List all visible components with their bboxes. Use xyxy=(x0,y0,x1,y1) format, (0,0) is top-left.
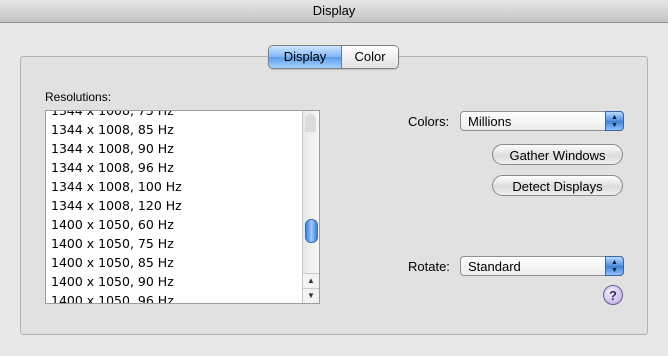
rotate-select[interactable]: Standard ▲ ▼ xyxy=(460,256,624,276)
list-item[interactable]: 1344 x 1008, 120 Hz xyxy=(46,196,301,215)
rotate-value: Standard xyxy=(468,259,521,274)
list-item[interactable]: 1344 x 1008, 85 Hz xyxy=(46,120,301,139)
resolutions-list[interactable]: 1344 x 1008, 75 Hz 1344 x 1008, 85 Hz 13… xyxy=(45,110,320,304)
help-button[interactable]: ? xyxy=(603,285,623,305)
gather-windows-button[interactable]: Gather Windows xyxy=(492,144,623,165)
list-item[interactable]: 1400 x 1050, 75 Hz xyxy=(46,234,301,253)
detect-displays-button[interactable]: Detect Displays xyxy=(492,175,623,196)
colors-label: Colors: xyxy=(408,114,450,129)
list-scrollbar[interactable]: ▲ ▼ xyxy=(302,111,319,303)
tab-bar: Display Color xyxy=(268,45,399,69)
scroll-up-button[interactable]: ▲ xyxy=(303,273,319,288)
resolutions-rows: 1344 x 1008, 75 Hz 1344 x 1008, 85 Hz 13… xyxy=(46,111,301,303)
list-item[interactable]: 1344 x 1008, 96 Hz xyxy=(46,158,301,177)
resolutions-label: Resolutions: xyxy=(45,90,112,104)
tab-color[interactable]: Color xyxy=(342,46,398,68)
popup-arrows-icon: ▲ ▼ xyxy=(605,111,624,131)
up-arrow-icon: ▲ xyxy=(307,276,315,285)
colors-value: Millions xyxy=(468,114,512,129)
list-item[interactable]: 1344 x 1008, 90 Hz xyxy=(46,139,301,158)
popup-arrows-icon: ▲ ▼ xyxy=(605,256,624,276)
down-arrow-icon: ▼ xyxy=(307,291,315,300)
colors-select[interactable]: Millions ▲ ▼ xyxy=(460,111,624,131)
scroll-thumb[interactable] xyxy=(305,219,318,243)
list-item[interactable]: 1344 x 1008, 100 Hz xyxy=(46,177,301,196)
tab-display[interactable]: Display xyxy=(269,46,342,68)
scroll-track-cap xyxy=(305,114,316,132)
rotate-label: Rotate: xyxy=(408,259,450,274)
list-item[interactable]: 1400 x 1050, 90 Hz xyxy=(46,272,301,291)
scroll-down-button[interactable]: ▼ xyxy=(303,288,319,303)
window-title: Display xyxy=(0,0,668,23)
list-item[interactable]: 1400 x 1050, 96 Hz xyxy=(46,291,301,303)
list-item[interactable]: 1344 x 1008, 75 Hz xyxy=(46,111,301,120)
list-item[interactable]: 1400 x 1050, 60 Hz xyxy=(46,215,301,234)
question-mark-icon: ? xyxy=(609,288,617,303)
list-item[interactable]: 1400 x 1050, 85 Hz xyxy=(46,253,301,272)
